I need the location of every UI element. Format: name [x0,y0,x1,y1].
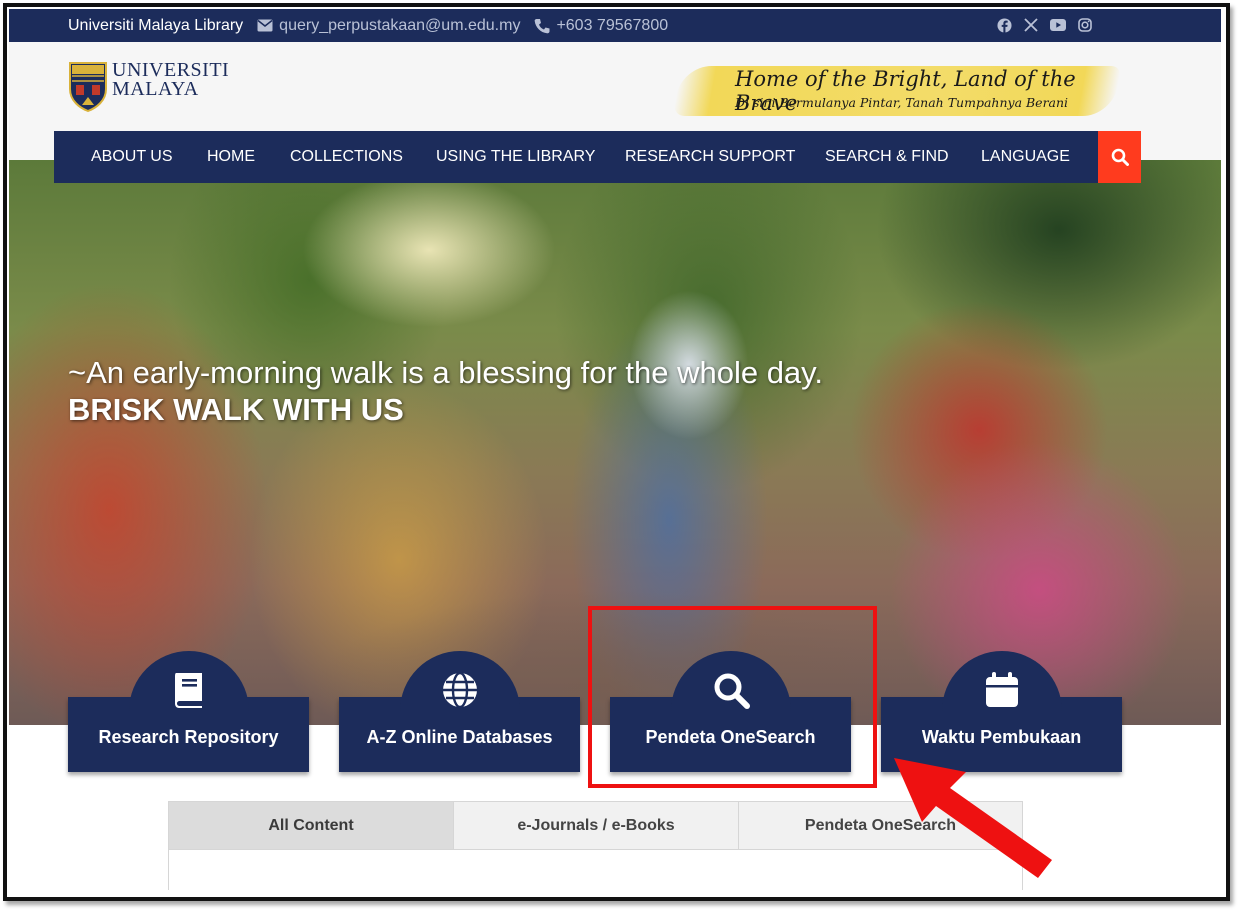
nav-research-support[interactable]: RESEARCH SUPPORT [625,148,795,166]
quick-link-label: A-Z Online Databases [366,727,553,747]
facebook-icon[interactable] [996,17,1012,33]
hero-headline: BRISK WALK WITH US [68,392,404,427]
browser-screenshot: Universiti Malaya Library query_perpusta… [0,0,1238,910]
top-contact-bar: Universiti Malaya Library query_perpusta… [9,9,1221,42]
tagline-malay: Di sini Bermulanya Pintar, Tanah Tumpahn… [735,95,1069,110]
annotation-highlight-box [588,606,877,788]
nav-about-us[interactable]: ABOUT US [91,148,173,166]
phone-text: +603 79567800 [556,16,669,34]
youtube-icon[interactable] [1050,17,1066,33]
calendar-icon [982,670,1022,710]
hero-caption: ~An early-morning walk is a blessing for… [68,355,823,390]
x-icon[interactable] [1023,17,1039,33]
nav-using-the-library[interactable]: USING THE LIBRARY [436,148,595,166]
university-logo[interactable]: UNIVERSITI MALAYA [68,60,229,113]
envelope-icon [257,19,273,32]
globe-icon [440,670,480,710]
phone-icon [535,18,550,33]
quick-link-label: Waktu Pembukaan [921,727,1082,747]
search-icon [1111,148,1129,166]
tagline-banner: Home of the Bright, Land of the Brave Di… [672,62,1122,120]
email-text: query_perpustakaan@um.edu.my [279,16,521,34]
social-links [996,17,1093,33]
nav-search-and-find[interactable]: SEARCH & FIND [825,148,949,166]
main-nav: ABOUT US HOME COLLECTIONS USING THE LIBR… [54,131,1098,183]
instagram-icon[interactable] [1077,17,1093,33]
nav-collections[interactable]: COLLECTIONS [290,148,403,166]
logo-line-2: MALAYA [112,78,199,100]
tab-ejournals-ebooks[interactable]: e-Journals / e-Books [454,802,739,849]
quick-link-label: Research Repository [98,727,279,747]
crest-icon [69,62,107,113]
nav-search-button[interactable] [1098,131,1141,183]
email-link[interactable]: query_perpustakaan@um.edu.my [257,17,520,35]
az-online-databases-button[interactable]: A-Z Online Databases [339,651,580,772]
book-icon [169,670,209,710]
annotation-arrow-icon [894,758,1052,878]
site-name: Universiti Malaya Library [68,16,244,34]
phone-link[interactable]: +603 79567800 [534,17,668,35]
nav-language[interactable]: LANGUAGE [981,148,1070,166]
hero-photo-tint-left [9,280,269,725]
tab-all-content[interactable]: All Content [169,802,454,849]
research-repository-button[interactable]: Research Repository [68,651,309,772]
nav-home[interactable]: HOME [207,148,255,166]
